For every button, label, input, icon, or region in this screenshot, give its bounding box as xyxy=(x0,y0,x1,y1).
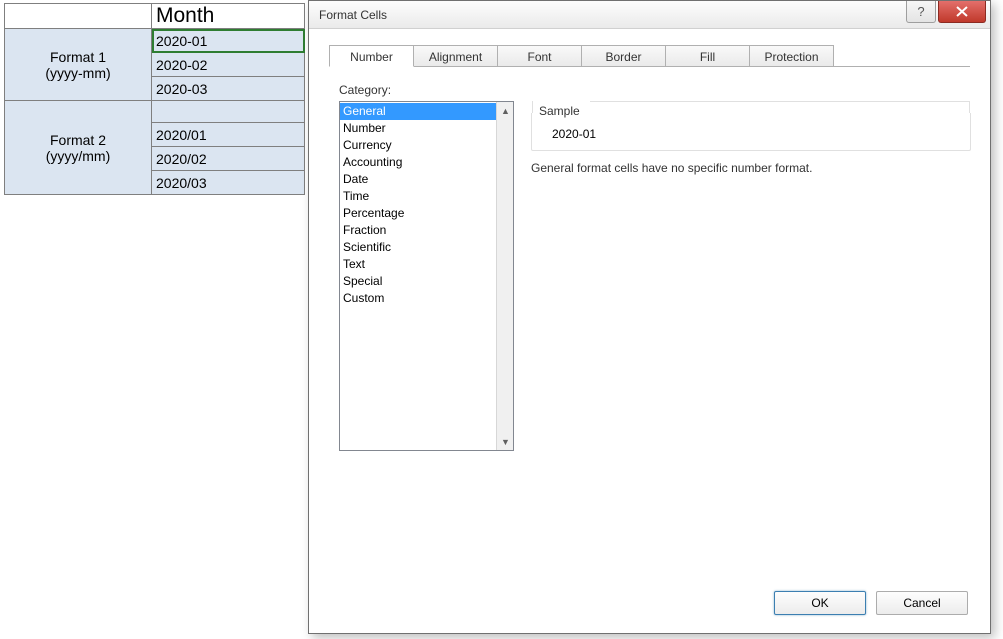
help-icon: ? xyxy=(917,4,924,19)
row-header-format1[interactable]: Format 1 (yyyy-mm) xyxy=(5,29,152,101)
format2-line1: Format 2 xyxy=(9,132,147,148)
category-item-percentage[interactable]: Percentage xyxy=(340,205,496,222)
tab-alignment[interactable]: Alignment xyxy=(413,45,498,67)
scroll-down-icon[interactable]: ▼ xyxy=(497,433,514,450)
dialog-title: Format Cells xyxy=(309,8,387,22)
cell-format2-0[interactable]: 2020/01 xyxy=(152,123,305,147)
category-item-time[interactable]: Time xyxy=(340,188,496,205)
format-description: General format cells have no specific nu… xyxy=(531,161,812,175)
category-item-custom[interactable]: Custom xyxy=(340,290,496,307)
tab-border[interactable]: Border xyxy=(581,45,666,67)
sample-value: 2020-01 xyxy=(552,127,596,141)
header-month[interactable]: Month xyxy=(152,4,305,29)
cell-gap[interactable] xyxy=(152,101,305,123)
close-button[interactable] xyxy=(938,1,986,23)
ok-button[interactable]: OK xyxy=(774,591,866,615)
spreadsheet-table: Month Format 1 (yyyy-mm) 2020-01 2020-02… xyxy=(4,3,305,195)
format1-line2: (yyyy-mm) xyxy=(9,65,147,81)
cancel-button[interactable]: Cancel xyxy=(876,591,968,615)
scroll-up-icon[interactable]: ▲ xyxy=(497,102,514,119)
category-item-date[interactable]: Date xyxy=(340,171,496,188)
format-cells-dialog: Format Cells ? Number Alignment Font Bor… xyxy=(308,0,991,634)
category-item-special[interactable]: Special xyxy=(340,273,496,290)
listbox-scrollbar[interactable]: ▲ ▼ xyxy=(496,102,513,450)
category-item-number[interactable]: Number xyxy=(340,120,496,137)
category-item-text[interactable]: Text xyxy=(340,256,496,273)
cell-format1-1[interactable]: 2020-02 xyxy=(152,53,305,77)
tab-protection[interactable]: Protection xyxy=(749,45,834,67)
category-listbox[interactable]: General Number Currency Accounting Date … xyxy=(339,101,514,451)
format2-line2: (yyyy/mm) xyxy=(9,148,147,164)
cell-format2-1[interactable]: 2020/02 xyxy=(152,147,305,171)
cell-format1-2[interactable]: 2020-03 xyxy=(152,77,305,101)
tab-strip: Number Alignment Font Border Fill Protec… xyxy=(329,45,990,67)
category-item-accounting[interactable]: Accounting xyxy=(340,154,496,171)
header-blank xyxy=(5,4,152,29)
cell-format1-0[interactable]: 2020-01 xyxy=(152,29,305,53)
close-icon xyxy=(956,6,968,17)
category-label: Category: xyxy=(339,83,391,97)
tab-number[interactable]: Number xyxy=(329,45,414,67)
row-header-format2[interactable]: Format 2 (yyyy/mm) xyxy=(5,101,152,195)
category-item-scientific[interactable]: Scientific xyxy=(340,239,496,256)
help-button[interactable]: ? xyxy=(906,1,936,23)
sample-box: 2020-01 xyxy=(531,113,971,151)
cell-format2-2[interactable]: 2020/03 xyxy=(152,171,305,195)
titlebar[interactable]: Format Cells ? xyxy=(309,1,990,29)
tab-separator xyxy=(329,66,970,67)
category-item-fraction[interactable]: Fraction xyxy=(340,222,496,239)
tab-font[interactable]: Font xyxy=(497,45,582,67)
category-item-currency[interactable]: Currency xyxy=(340,137,496,154)
format1-line1: Format 1 xyxy=(9,49,147,65)
tab-fill[interactable]: Fill xyxy=(665,45,750,67)
category-item-general[interactable]: General xyxy=(340,103,496,120)
